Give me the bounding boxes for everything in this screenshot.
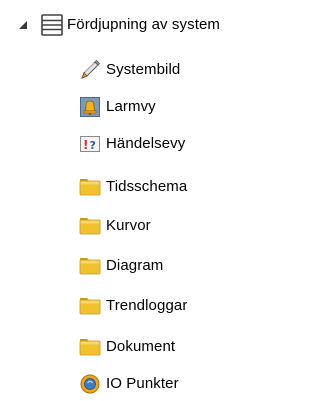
tree-item-diagram[interactable]: Diagram bbox=[79, 252, 163, 280]
tree-item-label: Tidsschema bbox=[106, 178, 188, 195]
tree-item-label: Kurvor bbox=[106, 217, 151, 234]
tree-item-larmvy[interactable]: Larmvy bbox=[79, 93, 156, 121]
tree-item-systembild[interactable]: Systembild bbox=[79, 56, 180, 84]
svg-text:?: ? bbox=[90, 139, 96, 152]
folder-icon bbox=[79, 336, 101, 358]
tree-item-label: IO Punkter bbox=[106, 375, 179, 392]
alarm-bell-icon bbox=[79, 96, 101, 118]
folder-icon bbox=[79, 215, 101, 237]
folder-icon bbox=[79, 176, 101, 198]
expanded-triangle-icon[interactable] bbox=[16, 18, 30, 32]
tree-item-trendloggar[interactable]: Trendloggar bbox=[79, 292, 187, 320]
system-list-icon bbox=[40, 13, 64, 37]
tree-item-label: Dokument bbox=[106, 338, 176, 355]
io-points-icon bbox=[79, 373, 101, 395]
tree-item-label: Systembild bbox=[106, 61, 181, 78]
tree-root-label: Fördjupning av system bbox=[67, 16, 221, 33]
folder-icon bbox=[79, 295, 101, 317]
tree-item-dokument[interactable]: Dokument bbox=[79, 333, 175, 361]
tree-item-label: Händelsevy bbox=[106, 135, 186, 152]
event-icon: ! ? bbox=[79, 133, 101, 155]
svg-text:!: ! bbox=[83, 138, 88, 152]
tree-item-label: Larmvy bbox=[106, 98, 156, 115]
navigation-tree: Fördjupning av system Systembild Larmvy bbox=[0, 0, 300, 401]
tree-item-io-punkter[interactable]: IO Punkter bbox=[79, 370, 179, 398]
folder-icon bbox=[79, 255, 101, 277]
tree-root-node[interactable]: Fördjupning av system bbox=[16, 11, 220, 39]
pencil-icon bbox=[79, 59, 101, 81]
tree-item-tidsschema[interactable]: Tidsschema bbox=[79, 173, 187, 201]
tree-item-handelsevy[interactable]: ! ? Händelsevy bbox=[79, 130, 185, 158]
tree-item-label: Trendloggar bbox=[106, 297, 188, 314]
tree-item-kurvor[interactable]: Kurvor bbox=[79, 212, 151, 240]
tree-item-label: Diagram bbox=[106, 257, 164, 274]
